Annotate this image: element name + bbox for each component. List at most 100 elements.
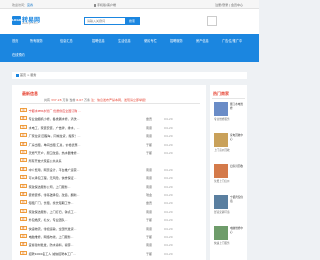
nav-item-home[interactable]: 首页	[12, 36, 18, 46]
listing-title[interactable]: 所有开放大家庭公共关系	[29, 159, 62, 163]
listing-region: 于都	[146, 151, 153, 155]
listing-title[interactable]: 快递物流，零担运输，全国代发货···	[29, 227, 77, 231]
listing-region: 南康	[146, 209, 153, 214]
listing-title[interactable]: 短租厂门，长租，找长短期工作···	[29, 201, 74, 205]
merchant-card[interactable]: 宁都宾馆住宿 舒适安静环境	[214, 195, 244, 223]
listing-date: 04-20	[164, 151, 173, 155]
nav-item-recruit[interactable]: 招聘服务	[170, 36, 183, 46]
search-box: 搜索	[84, 17, 140, 25]
listing-tag: 推	[20, 141, 27, 146]
listing-title[interactable]: 宜春建材批发，防水涂料，瓷砖···	[29, 243, 74, 247]
list-item[interactable]: 新家政保洁服务公司，上门服务··· 南康 04-20	[20, 183, 198, 191]
merchant-name[interactable]: 赣江水电维修	[230, 103, 244, 110]
nav-item-life[interactable]: 生活信息	[118, 36, 131, 46]
listing-title[interactable]: 家政保洁服务公司，上门服务···	[29, 185, 71, 189]
listing-region: 南康	[146, 243, 153, 248]
listing-tag: 新	[20, 234, 27, 238]
listing-tag: 荐	[20, 250, 27, 255]
nav-item-convenience[interactable]: 便民专栏	[144, 36, 157, 46]
listing-title[interactable]: 电脑维修，网络布线，上门服务···	[29, 235, 74, 239]
listing-date: 04-20	[164, 117, 173, 122]
listing-date: 04-20	[164, 176, 173, 181]
listing-title[interactable]: 招聘1000名工人 诚信招聘本工厂···	[29, 252, 76, 256]
top-bar: 欢迎访问：宜春 手机版/客户端 注册/登录 | 会员中心	[0, 0, 259, 9]
merchant-name[interactable]: 宁都宾馆住宿	[230, 196, 244, 203]
merchant-name[interactable]: 旧家具回收	[230, 165, 244, 169]
merchant-thumbnail[interactable]	[214, 133, 228, 147]
listing-title[interactable]: 厂房出租，单间出租 汇总，价格优惠···	[29, 143, 81, 147]
list-item[interactable]: 新短租厂门，长租，找长短期工作··· 章贡 04-20	[20, 199, 198, 207]
listing-tag: 新	[20, 183, 27, 188]
merchant-thumbnail[interactable]	[214, 164, 228, 178]
merchant-description: 上门高价回收	[214, 149, 230, 152]
list-item[interactable]: 推专业油烟机小修，各类漏水修，清洗··· 章贡 04-20	[20, 115, 198, 123]
listing-region: 南康	[146, 184, 153, 189]
merchant-card[interactable]: 家电回收中心上门高价回收	[214, 133, 244, 161]
listing-title[interactable]: 专业油烟机小修，各类漏水修，清洗···	[29, 117, 80, 121]
listing-tag: 新	[20, 200, 27, 205]
list-item[interactable]: 荐所有开放大家庭公共关系	[20, 157, 198, 165]
merchant-thumbnail[interactable]	[214, 226, 228, 240]
list-item[interactable]: 荐招聘1000名工人 诚信招聘本工厂··· 于都 04-20	[20, 250, 198, 258]
listing-title[interactable]: 水电工，家装安装，广告牌，排水，···	[29, 126, 80, 130]
nav-item-info[interactable]: 信息汇总	[60, 36, 73, 46]
merchant-card[interactable]: 电脑维修中心快速上门服务	[214, 226, 244, 254]
merchant-name[interactable]: 家电回收中心	[230, 134, 244, 141]
listing-tag: 急	[20, 124, 27, 129]
listing-region: 于都	[146, 251, 153, 256]
mobile-link[interactable]: 手机版/客户端	[94, 3, 116, 7]
listing-region: 章贡	[146, 117, 153, 122]
listing-region: 南康	[146, 176, 153, 181]
list-item[interactable]: 急水电工，家装安装，广告牌，排水，··· 南康 04-20	[20, 124, 198, 132]
logo-url: www.yc.com	[22, 22, 38, 25]
merchant-description: 专业维修服务	[214, 118, 230, 121]
list-item[interactable]: 推快递物流，零担运输，全国代发货··· 南康 04-20	[20, 225, 198, 233]
nav-item-ads[interactable]: 广告位/推广中	[222, 36, 242, 46]
merchant-thumbnail[interactable]	[214, 102, 228, 116]
listing-title[interactable]: 外包婚庆，礼仪，专业团队···	[29, 218, 68, 222]
list-item[interactable]: 急可以承包工程，无风险，信誉保证··· 南康 04-20	[20, 174, 198, 182]
listing-title[interactable]: 宁都水PPR水管厂 优质供应全国订购 ···	[29, 109, 81, 113]
breadcrumb-text[interactable]: 首页 > 服务	[20, 73, 36, 77]
listing-date: 04-20	[164, 193, 173, 197]
merchant-thumbnail[interactable]	[214, 195, 228, 209]
list-item[interactable]: 推中介费用，网页设计，平台推广运营··· 南康 04-20	[20, 166, 198, 174]
listing-title[interactable]: 天燃气开户，厨卫改造，热水器维修···	[29, 151, 80, 155]
merchant-card[interactable]: 赣江水电维修专业维修服务	[214, 102, 244, 130]
listing-title[interactable]: 厂家拉货 回程车，同城拉货，搬家！···	[29, 134, 81, 138]
list-item[interactable]: 荐厂家拉货 回程车，同城拉货，搬家！··· 南康 04-20	[20, 132, 198, 140]
list-item[interactable]: 急家政保洁服务，上门打扫，钟点工··· 南康 04-20	[20, 208, 198, 216]
search-button[interactable]: 搜索	[125, 18, 139, 24]
auth-links[interactable]: 注册/登录 | 会员中心	[215, 3, 243, 7]
logo-badge: LOGO	[12, 16, 21, 25]
side-title: 热门商家	[213, 91, 229, 96]
list-item[interactable]: 推厂房出租，单间出租 汇总，价格优惠··· 于都 04-20	[20, 141, 198, 149]
list-item[interactable]: 新电脑维修，网络布线，上门服务··· 于都 04-20	[20, 233, 198, 241]
merchant-name[interactable]: 电脑维修中心	[230, 227, 244, 234]
listing-title[interactable]: 家政保洁服务，上门打扫，钟点工···	[29, 210, 77, 214]
list-item[interactable]: 荐外包婚庆，礼仪，专业团队··· 于都 04-20	[20, 216, 198, 224]
list-item[interactable]: 顶宁都水PPR水管厂 优质供应全国订购 ···	[20, 107, 198, 115]
city-selector[interactable]: 宜春	[27, 3, 33, 7]
list-item[interactable]: 推装修装饰，零基础承包，改造，翻新··· 瑞金 04-20	[20, 191, 198, 199]
nav-item-booking[interactable]: 在线预约	[12, 50, 25, 60]
listing-title[interactable]: 装修装饰，零基础承包，改造，翻新···	[29, 193, 80, 197]
merchant-card[interactable]: 旧家具回收 免费上门估价	[214, 164, 244, 192]
nav-item-all-services[interactable]: 所有服务	[30, 36, 43, 46]
listing-tag: 推	[20, 192, 27, 196]
listing-tag: 急	[20, 175, 27, 180]
listing-tag: 顶	[20, 108, 27, 112]
listing-tag: 推	[20, 242, 27, 247]
listing-title[interactable]: 可以承包工程，无风险，信誉保证···	[29, 176, 77, 180]
listing-date: 04-20	[164, 251, 173, 256]
listing-title[interactable]: 中介费用，网页设计，平台推广运营···	[29, 168, 80, 172]
list-item[interactable]: 新天燃气开户，厨卫改造，热水器维修··· 于都 04-20	[20, 149, 198, 157]
listing-date: 04-20	[164, 209, 173, 214]
search-input[interactable]	[85, 18, 121, 24]
nav-item-property[interactable]: 房产信息	[196, 36, 209, 46]
list-item[interactable]: 推宜春建材批发，防水涂料，瓷砖··· 南康 04-20	[20, 241, 198, 249]
site-logo[interactable]: LOGO 转易网 www.yc.com	[12, 15, 48, 28]
nav-item-jobs[interactable]: 招聘信息	[92, 36, 105, 46]
merchant-description: 快速上门服务	[214, 242, 230, 245]
divider	[20, 103, 200, 104]
